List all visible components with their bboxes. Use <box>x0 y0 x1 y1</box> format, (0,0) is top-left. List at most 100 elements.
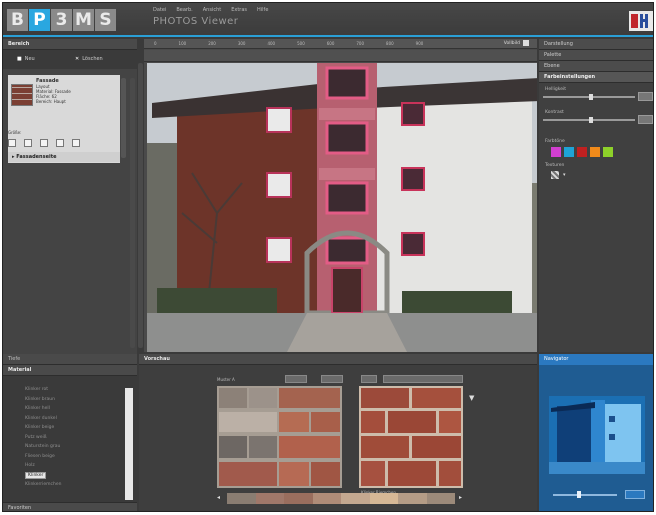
horizontal-ruler: 0 100 200 300 400 500 600 700 800 900 <box>144 39 537 49</box>
ruler-tick: 500 <box>297 41 305 46</box>
favorites-tab[interactable]: Favoriten <box>3 502 137 511</box>
zoom-slider-knob[interactable] <box>577 491 581 498</box>
slider-knob[interactable] <box>589 117 593 123</box>
left-scrollbar-track[interactable] <box>130 78 135 348</box>
palette-color[interactable] <box>284 493 313 504</box>
left-scrollbar[interactable] <box>121 78 126 158</box>
list-item[interactable]: Klinker braun <box>13 395 127 405</box>
slider-value-field[interactable] <box>638 115 653 124</box>
color-swatch-red[interactable] <box>577 147 587 157</box>
swatch-a-field[interactable] <box>321 375 343 383</box>
swatch-b-field[interactable] <box>361 375 377 383</box>
ruler-tick: 800 <box>386 41 394 46</box>
color-swatch-blue[interactable] <box>564 147 574 157</box>
fullscreen-label: Vollbild <box>503 40 520 46</box>
new-button-label: Neu <box>24 55 35 62</box>
size-option-label: Größe: <box>8 130 22 135</box>
color-swatch-orange[interactable] <box>590 147 600 157</box>
list-item[interactable]: Klinker dunkel <box>13 414 127 424</box>
color-swatch-magenta[interactable] <box>551 147 561 157</box>
radio-option[interactable] <box>72 139 80 147</box>
textures-label: Texturen <box>545 163 565 168</box>
list-item[interactable]: Klinkerriemchen <box>13 480 127 490</box>
chevron-right-icon[interactable]: ▸ <box>459 494 462 501</box>
company-logo-icon <box>629 11 653 31</box>
swatch-b-dropdown[interactable] <box>383 375 463 383</box>
slider-knob[interactable] <box>589 94 593 100</box>
ruler-tick: 100 <box>178 41 187 46</box>
swatch-a-dropdown[interactable] <box>285 375 307 383</box>
tab-depth[interactable]: Tiefe <box>3 354 137 365</box>
preview-panel: Vorschau Muster A ▼ ◂ ▸ <box>139 354 537 511</box>
list-item[interactable]: Fliesen beige <box>13 452 127 462</box>
chevron-left-icon[interactable]: ◂ <box>217 494 220 501</box>
image-viewer: 0 100 200 300 400 500 600 700 800 900 Vo… <box>144 39 537 352</box>
list-item[interactable]: Klinker hell <box>13 404 127 414</box>
palette-color[interactable] <box>369 493 398 504</box>
navigator-panel: Navigator <box>539 354 653 511</box>
slider-value-field[interactable] <box>638 92 653 101</box>
menu-item-edit[interactable]: Bearb. <box>176 7 192 13</box>
chevron-down-icon[interactable]: ▼ <box>469 394 474 402</box>
palette-color[interactable] <box>255 493 284 504</box>
radio-option[interactable] <box>56 139 64 147</box>
palette-color[interactable] <box>426 493 455 504</box>
zoom-value-field[interactable] <box>625 490 645 499</box>
brightness-slider[interactable] <box>543 92 653 101</box>
palette-color[interactable] <box>227 493 256 504</box>
house-photo[interactable] <box>147 63 537 352</box>
area-item-selected[interactable]: Fassade Layout Material: Fassade Fläche:… <box>8 75 120 163</box>
swatch-a-label: Muster A <box>217 377 235 382</box>
texture-pattern-icon[interactable] <box>551 171 559 179</box>
logo-letter: S <box>95 9 116 31</box>
menu-item-file[interactable]: Datei <box>153 7 166 13</box>
material-swatch-b[interactable] <box>359 386 463 488</box>
palette-color[interactable] <box>398 493 427 504</box>
material-scrollbar[interactable] <box>125 388 133 500</box>
zoom-slider-track[interactable] <box>553 494 617 496</box>
contrast-slider[interactable] <box>543 115 653 124</box>
brightness-label: Helligkeit <box>545 87 566 92</box>
radio-option[interactable] <box>40 139 48 147</box>
right-panel: Darstellung Palette Ebene Farbeinstellun… <box>539 39 653 352</box>
list-item[interactable]: Holz <box>13 461 127 471</box>
preview-title: Vorschau <box>139 354 537 365</box>
radio-option[interactable] <box>24 139 32 147</box>
chevron-down-icon[interactable]: ▾ <box>563 172 566 178</box>
tab-palette[interactable]: Palette <box>539 50 653 61</box>
color-swatch-green[interactable] <box>603 147 613 157</box>
menu-item-view[interactable]: Ansicht <box>203 7 221 13</box>
list-item[interactable]: Klinker rot <box>13 385 127 395</box>
delete-button[interactable]: ✕ Löschen <box>75 53 103 64</box>
colors-label: Farbtöne <box>545 139 565 144</box>
delete-icon: ✕ <box>75 55 80 62</box>
menu-item-help[interactable]: Hilfe <box>257 7 268 13</box>
list-item[interactable]: Naturstein grau <box>13 442 127 452</box>
ruler-tick: 0 <box>154 41 157 46</box>
tab-layer[interactable]: Ebene <box>539 61 653 72</box>
menu-item-extras[interactable]: Extras <box>231 7 247 13</box>
fullscreen-icon <box>523 40 529 46</box>
tab-material[interactable]: Material <box>3 365 137 376</box>
ruler-tick: 200 <box>208 41 216 46</box>
new-button[interactable]: ■ Neu <box>17 53 35 64</box>
palette-color[interactable] <box>341 493 370 504</box>
list-item-selected-label: Klinker <box>25 471 47 479</box>
ruler-tick: 700 <box>356 41 365 46</box>
list-item[interactable]: Klinker beige <box>13 423 127 433</box>
app-title: PHOTOS Viewer <box>153 16 239 27</box>
palette-color[interactable] <box>312 493 341 504</box>
color-swatches <box>539 147 653 157</box>
list-item[interactable]: Putz weiß <box>13 433 127 443</box>
ruler-tick: 900 <box>415 41 424 46</box>
navigator-thumbnail[interactable] <box>549 396 645 474</box>
delete-button-label: Löschen <box>82 55 103 62</box>
list-item-selected[interactable]: Klinker <box>13 471 127 481</box>
fullscreen-toggle[interactable]: Vollbild <box>504 40 529 46</box>
material-swatch-a[interactable] <box>217 386 342 488</box>
tab-display[interactable]: Darstellung <box>539 39 653 50</box>
viewer-vertical-ruler <box>138 63 143 348</box>
app-logo: B P 3 M S <box>7 9 117 31</box>
radio-option[interactable] <box>8 139 16 147</box>
area-item-2[interactable]: ▸ Fassadenseite <box>8 152 120 162</box>
